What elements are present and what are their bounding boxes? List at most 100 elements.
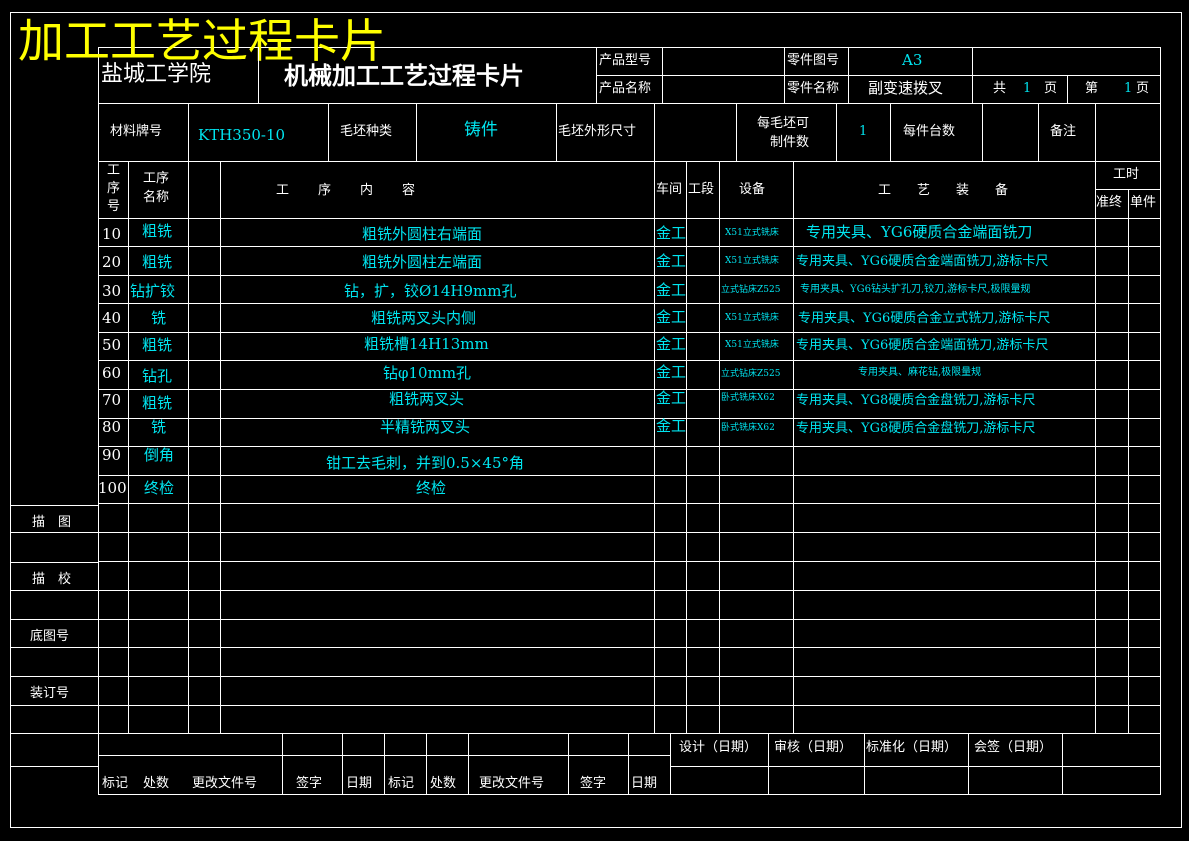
row-workshop: 金工 (656, 252, 687, 270)
divider (258, 47, 259, 103)
page-unit: 页 (1044, 81, 1058, 96)
divider (98, 275, 1161, 276)
row-tooling: 专用夹具、YG6硬质合金端面铣刀 (806, 223, 1033, 241)
row-name: 粗铣 (142, 336, 173, 354)
row-no: 90 (102, 446, 122, 464)
row-content: 粗铣外圆柱左端面 (362, 253, 483, 271)
divider (670, 766, 1161, 767)
divider (890, 103, 891, 161)
divider (1128, 189, 1129, 733)
divider (98, 161, 1161, 162)
row-content: 钻φ10mm孔 (383, 364, 472, 382)
blank-type-label: 毛坯种类 (340, 124, 393, 139)
divider (10, 766, 98, 767)
col-tooling: 工 艺 装 备 (878, 183, 1009, 198)
divider (1038, 103, 1039, 161)
row-content: 粗铣槽14H13mm (364, 335, 489, 353)
footer-countersign: 会签（日期） (974, 740, 1053, 755)
side-label-binding: 装订号 (30, 686, 70, 701)
col-name-1: 工序 (143, 171, 170, 186)
product-name-label: 产品名称 (599, 81, 652, 96)
row-workshop: 金工 (656, 389, 687, 407)
row-workshop: 金工 (656, 308, 687, 326)
row-equipment: X51立式铣床 (725, 340, 779, 350)
row-no: 10 (102, 225, 122, 243)
side-label-trace: 描 图 (32, 515, 72, 530)
divider (982, 103, 983, 161)
divider (468, 733, 469, 795)
divider (670, 733, 671, 795)
col-seq-3: 号 (107, 199, 121, 214)
divider (98, 332, 1161, 333)
footer-date: 日期 (346, 776, 373, 791)
divider (98, 619, 1161, 620)
divider (98, 360, 1161, 361)
footer-change-doc: 更改文件号 (192, 776, 258, 791)
col-seq-1: 工 (107, 163, 121, 178)
divider (768, 733, 769, 795)
remark-label: 备注 (1050, 124, 1077, 139)
row-workshop: 金工 (656, 335, 687, 353)
school-name: 盐城工学院 (101, 62, 212, 87)
col-hours: 工时 (1113, 167, 1140, 182)
per-blank-value: 1 (859, 124, 868, 139)
row-equipment: X51立式铣床 (725, 256, 779, 266)
col-equipment: 设备 (739, 182, 766, 197)
row-no: 20 (102, 253, 122, 271)
blank-size-label: 毛坯外形尺寸 (558, 124, 637, 139)
divider (10, 619, 98, 620)
row-no: 100 (98, 479, 127, 497)
divider (98, 446, 1161, 447)
row-content: 钻，扩，铰Ø14H9mm孔 (344, 282, 517, 300)
divider (98, 389, 1161, 390)
divider (98, 303, 1161, 304)
row-no: 50 (102, 336, 122, 354)
divider (654, 103, 655, 161)
divider (188, 103, 189, 161)
divider (1062, 733, 1063, 795)
divider (736, 103, 737, 161)
divider (98, 503, 1161, 504)
side-label-check: 描 校 (32, 572, 72, 587)
row-tooling: 专用夹具、YG6硬质合金端面铣刀,游标卡尺 (796, 254, 1049, 269)
col-seq-2: 序 (107, 181, 121, 196)
row-name: 倒角 (144, 446, 175, 464)
per-unit-label: 每件台数 (903, 124, 956, 139)
row-no: 70 (102, 391, 122, 409)
row-workshop: 金工 (656, 363, 687, 381)
page-unit-2: 页 (1136, 81, 1150, 96)
blank-type-value: 铸件 (464, 120, 498, 140)
divider (596, 75, 1161, 76)
card-title: 机械加工工艺过程卡片 (284, 62, 524, 90)
footer-standard: 标准化（日期） (866, 740, 958, 755)
row-content: 钳工去毛刺，并到0.5×45°角 (326, 454, 525, 472)
divider (98, 418, 1161, 419)
per-blank-label-1: 每毛坯可 (757, 116, 810, 131)
page-label: 第 (1085, 81, 1099, 96)
part-drawing-no-label: 零件图号 (787, 53, 840, 68)
row-tooling: 专用夹具、麻花钻,极限量规 (858, 367, 982, 378)
row-name: 终检 (144, 479, 175, 497)
row-content: 粗铣外圆柱右端面 (362, 225, 483, 243)
row-content: 粗铣两叉头内侧 (371, 309, 477, 327)
row-equipment: 卧式铣床X62 (721, 393, 775, 403)
divider (98, 561, 1161, 562)
col-prep: 准终 (1096, 195, 1123, 210)
row-no: 80 (102, 418, 122, 436)
footer-sign: 签字 (296, 776, 323, 791)
divider (10, 647, 1161, 648)
footer-change-doc-2: 更改文件号 (479, 776, 545, 791)
divider (98, 103, 1161, 104)
footer-mark-2: 标记 (388, 776, 415, 791)
divider (384, 733, 385, 795)
divider (1067, 75, 1068, 103)
divider (864, 733, 865, 795)
side-label-base-drawing: 底图号 (30, 629, 70, 644)
divider (10, 590, 1161, 591)
divider (1095, 103, 1096, 161)
part-drawing-no-value: A3 (902, 51, 923, 69)
per-blank-label-2: 制件数 (770, 135, 810, 150)
row-name: 钻扩铰 (130, 282, 176, 300)
row-tooling: 专用夹具、YG8硬质合金盘铣刀,游标卡尺 (796, 421, 1036, 436)
footer-date-2: 日期 (631, 776, 658, 791)
